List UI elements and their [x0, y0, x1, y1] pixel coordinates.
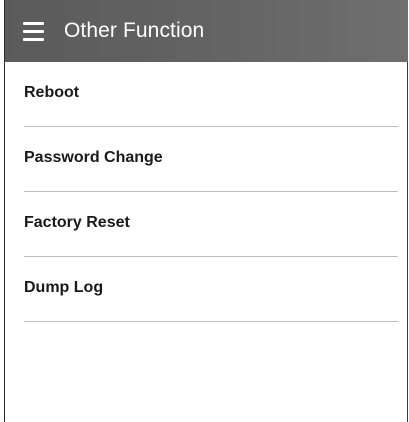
menu-icon-bar-middle: [22, 29, 44, 33]
list-item-dump-log[interactable]: Dump Log: [5, 257, 408, 322]
dump-log-label: Dump Log: [24, 279, 104, 296]
page-title: Other Function: [64, 19, 205, 42]
function-list: Reboot Password Change Factory Reset Dum…: [5, 62, 408, 322]
menu-icon-bar-bottom: [22, 37, 44, 41]
list-item-password-change[interactable]: Password Change: [5, 127, 408, 192]
menu-icon-bar-top: [22, 21, 44, 25]
list-item-reboot[interactable]: Reboot: [5, 62, 408, 127]
screen: Other Function Reboot Password Change Fa…: [0, 0, 409, 422]
list-divider: [24, 321, 398, 322]
app-bar: Other Function: [5, 0, 408, 62]
password-change-label: Password Change: [24, 149, 163, 166]
reboot-label: Reboot: [24, 84, 80, 101]
factory-reset-label: Factory Reset: [24, 214, 130, 231]
hamburger-menu-icon[interactable]: [15, 13, 51, 49]
list-item-factory-reset[interactable]: Factory Reset: [5, 192, 408, 257]
